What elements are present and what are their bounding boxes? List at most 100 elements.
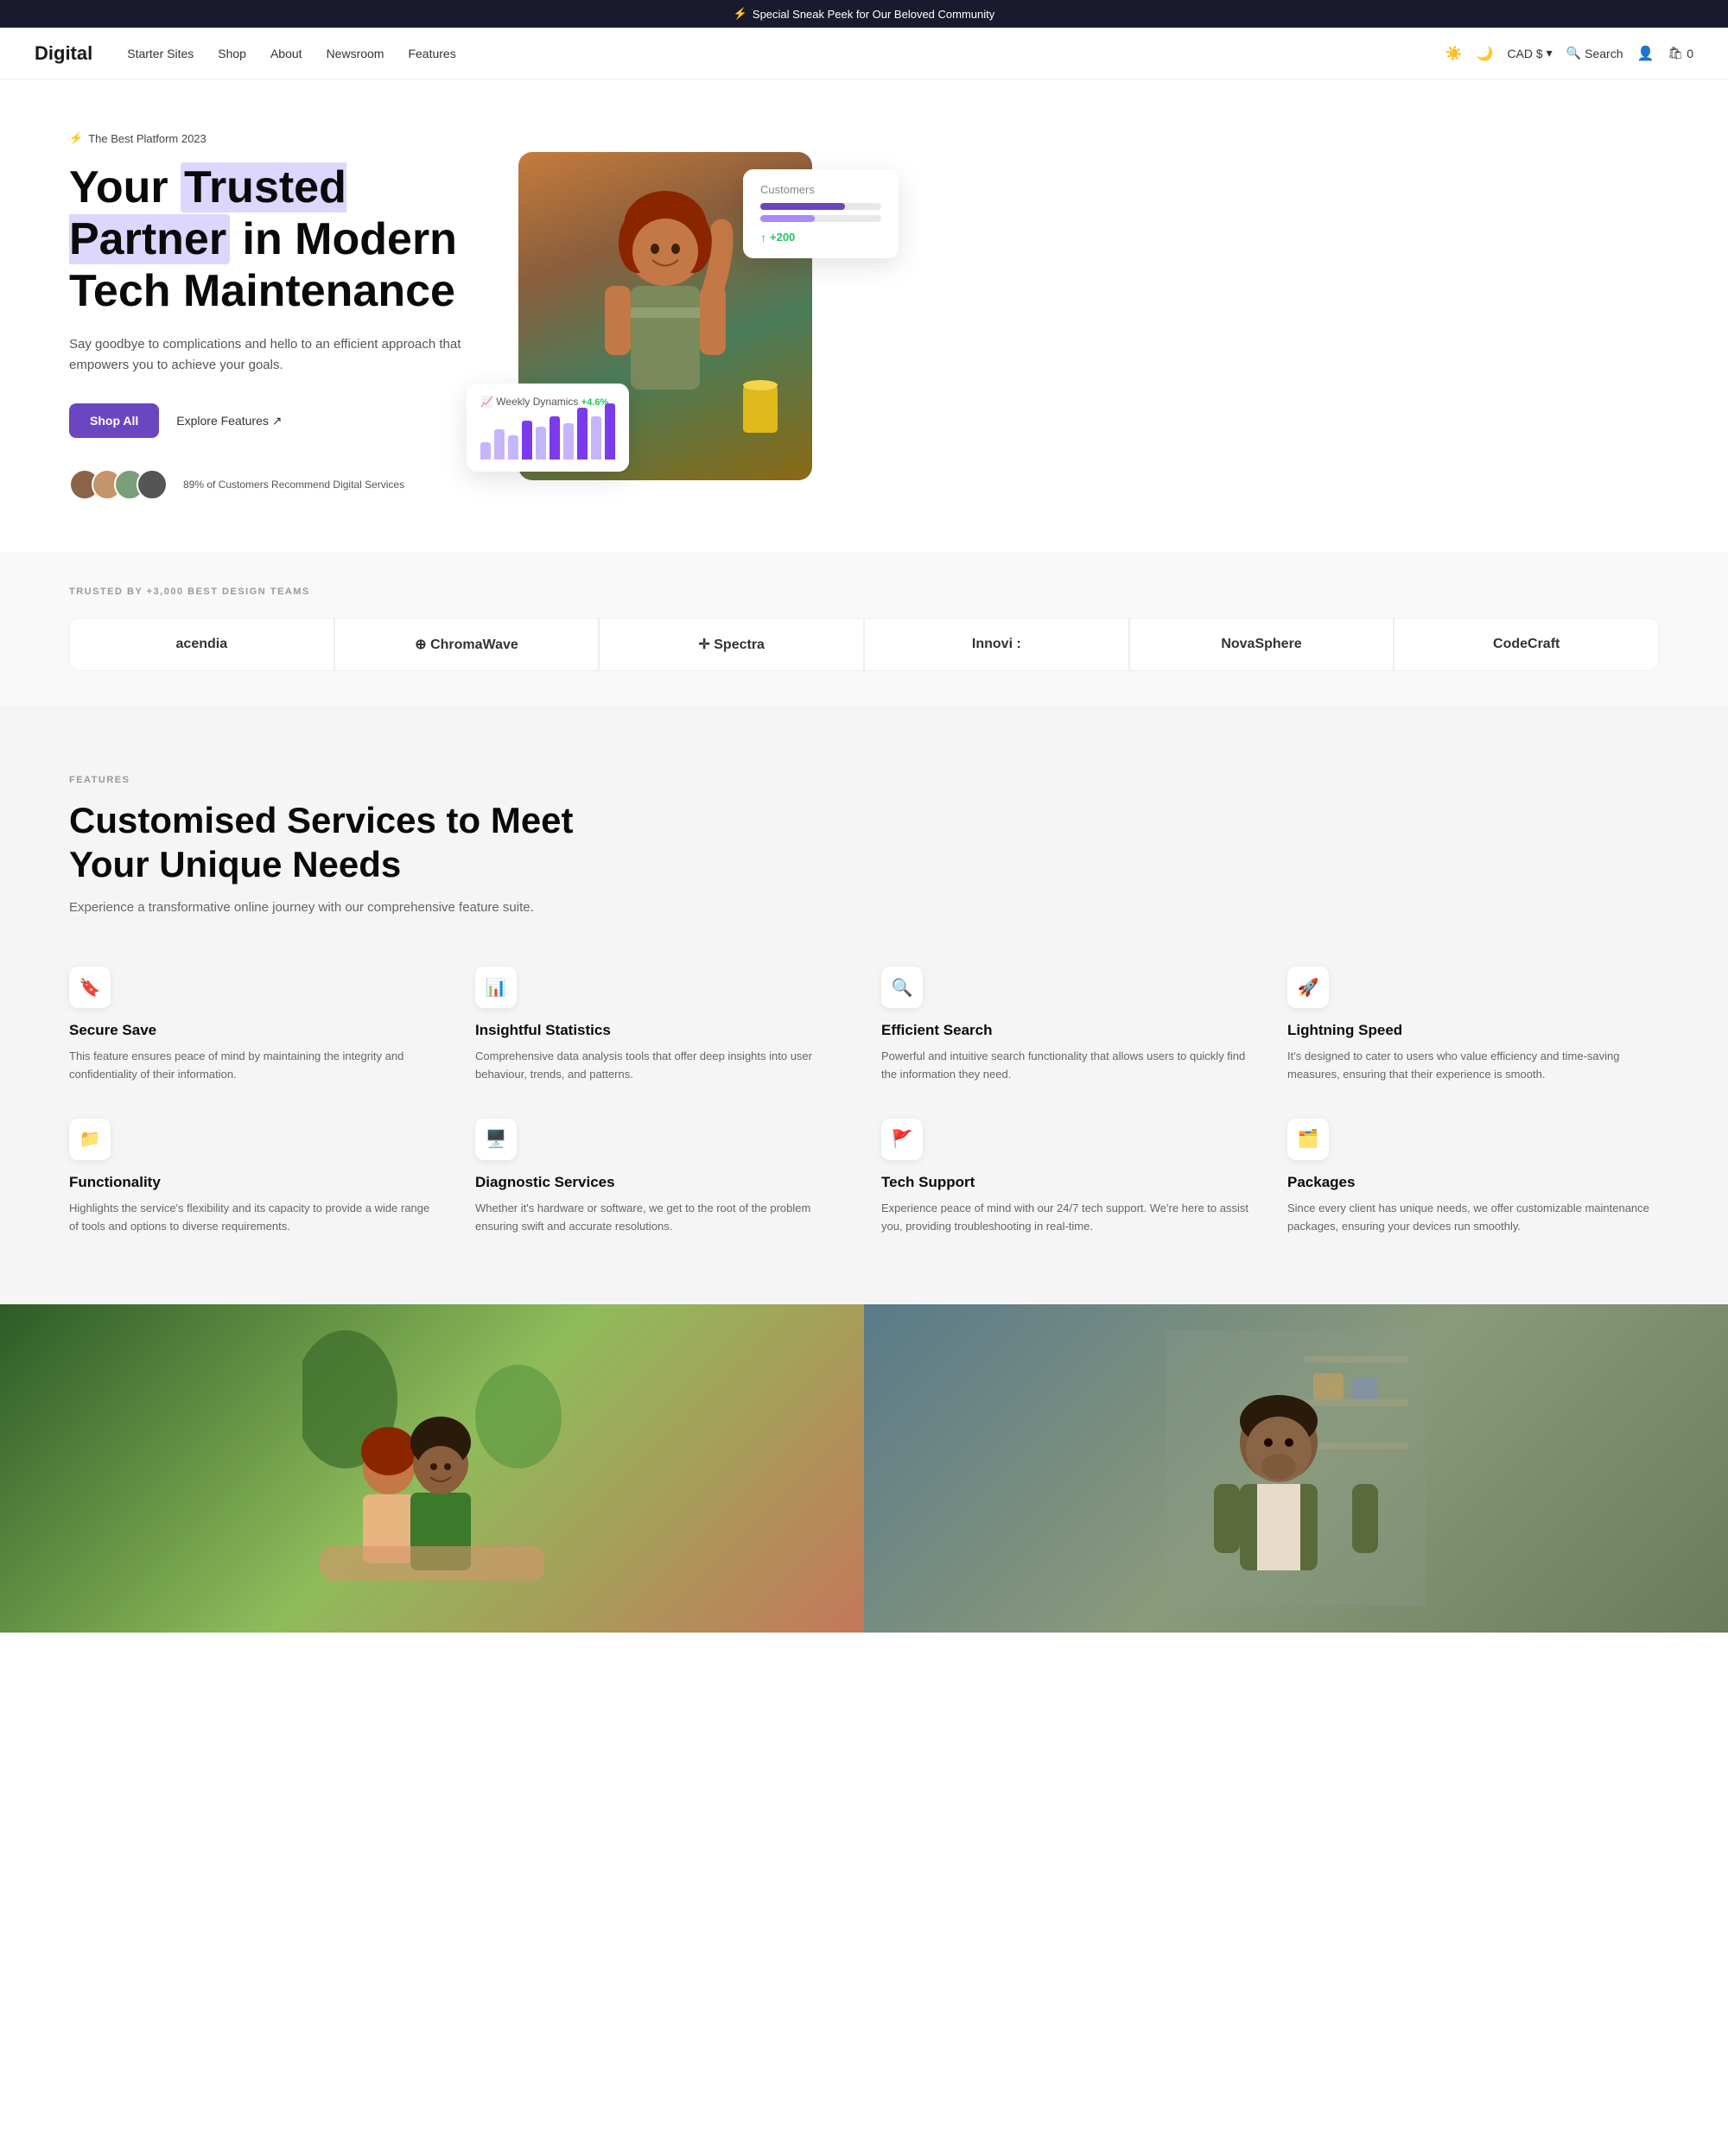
lightning-speed-icon: 🚀 [1287,967,1329,1008]
currency-selector[interactable]: CAD $ ▾ [1507,46,1552,60]
bar-9 [591,416,601,460]
chart-title: 📈 Weekly Dynamics +4.6% [480,396,615,408]
diagnostic-name: Diagnostic Services [475,1174,847,1191]
nav-newsroom[interactable]: Newsroom [327,47,384,60]
logo-chromawave: ⊕ ChromaWave [334,618,600,671]
secure-save-desc: This feature ensures peace of mind by ma… [69,1048,441,1084]
tech-support-name: Tech Support [881,1174,1253,1191]
logo-spectra: ✛ Spectra [599,618,864,671]
tech-support-icon: 🚩 [881,1119,923,1160]
light-mode-button[interactable]: ☀️ [1445,45,1463,62]
functionality-icon: 📁 [69,1119,111,1160]
customers-float-card: Customers ↑ +200 [743,169,899,258]
bar-4 [522,421,532,460]
cart-button[interactable]: 🛍 0 [1668,46,1693,60]
functionality-name: Functionality [69,1174,441,1191]
customers-card-title: Customers [760,183,881,196]
feature-tech-support: 🚩 Tech Support Experience peace of mind … [881,1119,1253,1236]
main-nav: Starter Sites Shop About Newsroom Featur… [127,47,1445,60]
announcement-bar: ⚡ Special Sneak Peek for Our Beloved Com… [0,0,1728,28]
group-illustration [302,1330,562,1607]
chart-title-text: Weekly Dynamics [496,396,578,408]
shop-all-button[interactable]: Shop All [69,403,159,438]
feature-efficient-search: 🔍 Efficient Search Powerful and intuitiv… [881,967,1253,1084]
nav-shop[interactable]: Shop [218,47,246,60]
hero-buttons: Shop All Explore Features ↗ [69,403,484,438]
feature-diagnostic: 🖥️ Diagnostic Services Whether it's hard… [475,1119,847,1236]
bottom-left-placeholder [0,1304,864,1633]
hero-title: Your Trusted Partner in Modern Tech Main… [69,162,484,317]
currency-label: CAD $ [1507,47,1542,60]
hero-section: ⚡ The Best Platform 2023 Your Trusted Pa… [0,79,1728,552]
cart-count: 0 [1687,47,1693,60]
customer-avatars [69,469,159,500]
account-button[interactable]: 👤 [1637,45,1655,62]
bar-3 [508,435,518,460]
insightful-stats-icon: 📊 [475,967,517,1008]
logos-row: acendia ⊕ ChromaWave ✛ Spectra Innovi : … [69,618,1659,671]
nav-features[interactable]: Features [408,47,455,60]
lightning-speed-name: Lightning Speed [1287,1022,1659,1039]
avatar-4 [137,469,168,500]
drink-glass [734,377,786,446]
nav-about[interactable]: About [270,47,302,60]
secure-save-name: Secure Save [69,1022,441,1039]
customers-count: +200 [770,231,795,244]
tech-support-desc: Experience peace of mind with our 24/7 t… [881,1200,1253,1236]
feature-secure-save: 🔖 Secure Save This feature ensures peace… [69,967,441,1084]
trusted-label: TRUSTED BY +3,000 BEST DESIGN TEAMS [69,587,1659,597]
announcement-bolt-icon: ⚡ [734,7,747,21]
packages-desc: Since every client has unique needs, we … [1287,1200,1659,1236]
hero-content: ⚡ The Best Platform 2023 Your Trusted Pa… [69,131,484,500]
bar-7 [563,423,574,460]
nav-starter-sites[interactable]: Starter Sites [127,47,194,60]
currency-chevron-icon: ▾ [1547,46,1553,60]
hero-social-proof: 89% of Customers Recommend Digital Servi… [69,469,484,500]
logo-novasphere: NovaSphere [1129,618,1394,671]
secure-save-icon: 🔖 [69,967,111,1008]
logo-acendia: acendia [69,618,334,671]
features-section-label: FEATURES [69,775,1659,785]
bottom-images-section [0,1304,1728,1633]
bar-1 [480,442,491,460]
features-subtitle: Experience a transformative online journ… [69,900,1659,915]
hero-badge-text: The Best Platform 2023 [88,132,206,145]
customers-bar-bg-2 [760,215,881,222]
logo-codecraft: CodeCraft [1394,618,1659,671]
bottom-image-left [0,1304,864,1633]
mini-bar-chart [480,416,615,460]
header: Digital Starter Sites Shop About Newsroo… [0,28,1728,79]
explore-features-button[interactable]: Explore Features ↗ [176,414,282,428]
efficient-search-name: Efficient Search [881,1022,1253,1039]
hero-subtitle: Say goodbye to complications and hello t… [69,334,484,376]
insightful-stats-desc: Comprehensive data analysis tools that o… [475,1048,847,1084]
diagnostic-desc: Whether it's hardware or software, we ge… [475,1200,847,1236]
bar-10 [605,403,615,460]
social-proof-text: 89% of Customers Recommend Digital Servi… [183,478,404,492]
bar-6 [550,416,560,460]
trusted-section: TRUSTED BY +3,000 BEST DESIGN TEAMS acen… [0,552,1728,706]
functionality-desc: Highlights the service's flexibility and… [69,1200,441,1236]
header-actions: ☀️ 🌙 CAD $ ▾ 🔍 Search 👤 🛍 0 [1445,45,1693,62]
search-button[interactable]: 🔍 Search [1566,46,1623,60]
bottom-right-placeholder [864,1304,1728,1633]
features-title: Customised Services to Meet Your Unique … [69,799,588,886]
hero-image-area: Customers ↑ +200 📈 Weekly Dynamics +4.6% [484,152,847,480]
lightning-speed-desc: It's designed to cater to users who valu… [1287,1048,1659,1084]
bar-8 [577,408,588,460]
bar-5 [536,427,546,460]
man-illustration [1166,1330,1426,1607]
search-icon: 🔍 [1566,46,1581,60]
bar-2 [494,429,505,460]
efficient-search-icon: 🔍 [881,967,923,1008]
customers-bar-fill [760,203,845,210]
cart-icon: 🛍 [1668,46,1683,60]
feature-insightful-stats: 📊 Insightful Statistics Comprehensive da… [475,967,847,1084]
customers-bar-fill-2 [760,215,815,222]
hero-badge: ⚡ The Best Platform 2023 [69,131,484,145]
bottom-image-right [864,1304,1728,1633]
logo[interactable]: Digital [35,42,92,65]
packages-name: Packages [1287,1174,1659,1191]
dark-mode-button[interactable]: 🌙 [1477,45,1494,62]
efficient-search-desc: Powerful and intuitive search functional… [881,1048,1253,1084]
